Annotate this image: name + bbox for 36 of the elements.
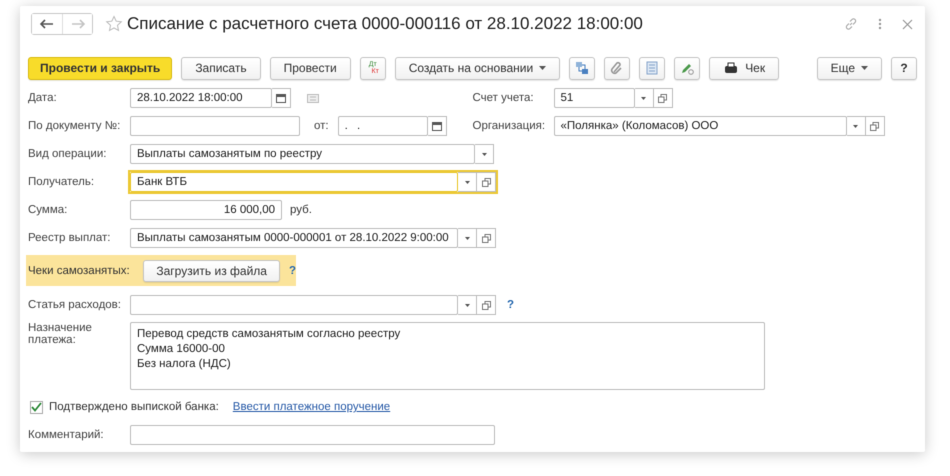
- reference-field[interactable]: Выплаты самозанятым 0000-000001 от 28.10.2022 9:00:00: [130, 228, 458, 248]
- date-field[interactable]: 28.10.2022 18:00:00: [130, 88, 272, 108]
- menu-button[interactable]: Создать на основании: [394, 56, 560, 80]
- window-title: Списание с расчетного счета 0000-000116 от 28.10.2022 18:00:00: [127, 14, 643, 34]
- field-label: от:: [314, 120, 329, 132]
- organization-field[interactable]: «Полянка» (Коломасов) ООО: [554, 116, 846, 136]
- load-from-file-button[interactable]: Загрузить из файла: [143, 260, 280, 282]
- field-label: Комментарий:: [28, 429, 105, 441]
- purpose-text-area[interactable]: Перевод средств самозанятым согласно реестру Сумма 16000-00 Без налога (НДС): [130, 322, 765, 390]
- more-menu-button[interactable]: Еще: [816, 56, 882, 80]
- field-label: По документу №:: [28, 120, 122, 132]
- field-label: Реестр выплат:: [28, 232, 112, 244]
- field-label: Статья расходов:: [28, 299, 122, 311]
- field-label: Назначение платежа:: [28, 322, 93, 346]
- help-link[interactable]: ?: [288, 264, 296, 276]
- post-and-close-button[interactable]: Провести и закрыть: [28, 56, 172, 80]
- field-label: Чеки самозанятых:: [28, 264, 131, 276]
- help-button[interactable]: ?: [891, 56, 917, 80]
- checkbox-label: Подтверждено выпиской банка:: [49, 401, 219, 413]
- toolbar-button[interactable]: Записать: [181, 56, 261, 80]
- help-link[interactable]: ?: [507, 299, 514, 311]
- select-field[interactable]: Выплаты самозанятым по реестру: [130, 144, 475, 164]
- document-date-field[interactable]: . .: [338, 116, 428, 136]
- receipt-button[interactable]: Чек: [709, 56, 780, 80]
- enter-payment-order-link[interactable]: Ввести платежное поручение: [232, 401, 390, 413]
- field-label: Организация:: [472, 120, 546, 132]
- account-field[interactable]: 51: [554, 88, 634, 108]
- field-label: Счет учета:: [472, 92, 535, 104]
- amount-field[interactable]: 16 000,00: [130, 200, 282, 220]
- field-label: Дата:: [28, 92, 58, 104]
- currency-label: руб.: [290, 204, 312, 216]
- field-label: Сумма:: [28, 204, 68, 216]
- field-label: Получатель:: [28, 176, 96, 188]
- field-label: Вид операции:: [28, 148, 108, 160]
- toolbar-button[interactable]: Провести: [270, 56, 351, 80]
- reference-field[interactable]: Банк ВТБ: [130, 172, 458, 192]
